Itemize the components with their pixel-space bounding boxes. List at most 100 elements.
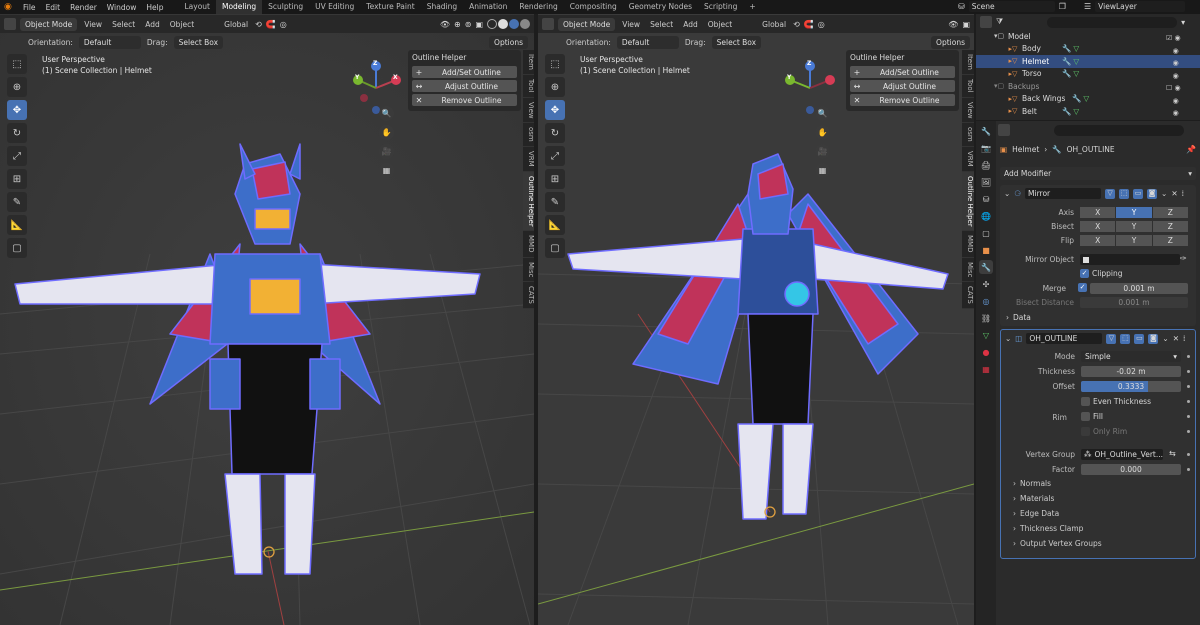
new-scene-icon[interactable]: ❐ (1059, 2, 1066, 11)
ortho-grid-icon[interactable]: ▦ (379, 163, 394, 178)
clipping-checkbox[interactable]: ✓ Clipping (1080, 269, 1123, 278)
outliner-search-field[interactable] (1047, 16, 1178, 28)
rotate-tool-icon[interactable]: ↻ (7, 123, 27, 143)
orientation-dropdown[interactable]: Default (78, 35, 141, 49)
mode-dropdown[interactable]: Object Mode (558, 17, 616, 31)
mirror-name-field[interactable]: Mirror (1025, 188, 1102, 199)
proportional-edit-icon[interactable]: ◎ (280, 20, 287, 29)
dropdown-arrow-icon[interactable]: ⌄ (1161, 189, 1167, 198)
axis-gizmo-left[interactable]: Z X Y (346, 58, 406, 118)
menu-help[interactable]: Help (141, 3, 168, 12)
tab-uv-editing[interactable]: UV Editing (309, 0, 360, 14)
viewport-left[interactable]: Object Mode View Select Add Object Globa… (0, 14, 534, 625)
delete-modifier-icon[interactable]: ✕ (1171, 189, 1177, 198)
modifier-props-icon[interactable]: 🔧 (979, 260, 993, 274)
tab-view[interactable]: View (962, 98, 974, 124)
realtime-icon[interactable]: ▭ (1134, 333, 1145, 344)
invert-arrows-icon[interactable]: ⇆ (1169, 449, 1176, 458)
add-workspace-button[interactable]: + (743, 0, 761, 14)
add-cube-tool-icon[interactable]: ▢ (545, 238, 565, 258)
add-cube-tool-icon[interactable]: ▢ (7, 238, 27, 258)
tab-animation[interactable]: Animation (463, 0, 513, 14)
tool-props-icon[interactable]: 🔧 (979, 124, 993, 138)
tab-misc[interactable]: Misc (523, 258, 534, 283)
tab-osm[interactable]: osm (962, 123, 974, 147)
select-box-tool-icon[interactable]: ⬚ (7, 54, 27, 74)
eye-icon[interactable]: ◉ (1166, 57, 1198, 70)
tab-mmd[interactable]: MMD (523, 231, 534, 258)
subpanel-output-vertex-groups[interactable]: › Output Vertex Groups (1001, 536, 1197, 551)
add-modifier-button[interactable]: Add Modifier ▾ (1000, 167, 1196, 180)
move-tool-icon[interactable]: ✥ (7, 100, 27, 120)
chevron-down-icon[interactable]: ⌄ (1005, 334, 1011, 343)
zoom-icon[interactable]: 🔍 (379, 106, 394, 121)
axis-x-button[interactable]: X (1080, 207, 1116, 218)
tab-item[interactable]: Item (523, 50, 534, 75)
material-props-icon[interactable]: ● (979, 345, 993, 359)
realtime-icon[interactable]: ▭ (1133, 188, 1144, 199)
adjust-outline-button[interactable]: ↔ Adjust Outline (850, 80, 955, 92)
transform-orientation-dropdown[interactable]: Global (221, 20, 251, 29)
transform-orientation-dropdown[interactable]: Global (759, 20, 789, 29)
snap-icon[interactable]: 🧲 (266, 20, 276, 29)
move-tool-icon[interactable]: ✥ (545, 100, 565, 120)
view-layer-props-icon[interactable]: 🖼 (979, 175, 993, 189)
options-dropdown[interactable]: Options (931, 35, 970, 49)
eye-icon[interactable]: ◉ (1166, 45, 1198, 58)
merge-checkbox[interactable]: ✓ (1078, 283, 1087, 292)
bisect-x-button[interactable]: X (1080, 221, 1116, 232)
ortho-grid-icon[interactable]: ▦ (815, 163, 830, 178)
tab-outline-helper[interactable]: Outline Helper (523, 171, 534, 232)
world-props-icon[interactable]: 🌐 (979, 209, 993, 223)
animate-dot-icon[interactable] (1187, 453, 1190, 456)
pin-icon[interactable]: 📌 (1186, 145, 1196, 154)
subpanel-normals[interactable]: › Normals (1001, 476, 1197, 491)
view-layer-name[interactable]: ViewLayer (1095, 1, 1186, 12)
transform-tool-icon[interactable]: ⊞ (7, 169, 27, 189)
axis-z-button[interactable]: Z (1152, 207, 1188, 218)
remove-outline-button[interactable]: ✕ Remove Outline (850, 94, 955, 106)
add-set-outline-button[interactable]: + Add/Set Outline (412, 66, 517, 78)
pivot-icon[interactable]: ⟲ (255, 20, 262, 29)
menu-file[interactable]: File (18, 3, 41, 12)
drag-handle-icon[interactable]: ⁞ (1183, 334, 1185, 343)
animate-dot-icon[interactable] (1187, 400, 1190, 403)
xray-icon[interactable]: ▣ (475, 20, 483, 29)
bisect-y-button[interactable]: Y (1116, 221, 1152, 232)
eye-icon[interactable]: ☐ ◉ (1166, 82, 1198, 95)
render-camera-icon[interactable]: ◙ (1148, 333, 1159, 344)
tab-rendering[interactable]: Rendering (513, 0, 563, 14)
merge-distance-field[interactable]: 0.001 m (1090, 283, 1188, 294)
eye-icon[interactable]: ◉ (1166, 70, 1198, 83)
tab-vrm[interactable]: VRM (523, 147, 534, 172)
proportional-edit-icon[interactable]: ◎ (818, 20, 825, 29)
eye-icon[interactable]: ☑ ◉ (1166, 32, 1198, 45)
animate-dot-icon[interactable] (1187, 430, 1190, 433)
render-camera-icon[interactable]: ◙ (1147, 188, 1158, 199)
tab-texture-paint[interactable]: Texture Paint (360, 0, 420, 14)
filter-funnel-icon[interactable]: ▾ (1181, 18, 1185, 27)
bisect-distance-field[interactable]: 0.001 m (1080, 297, 1188, 308)
subpanel-materials[interactable]: › Materials (1001, 491, 1197, 506)
tab-mmd[interactable]: MMD (962, 231, 974, 258)
editor-type-icon[interactable] (542, 18, 554, 30)
factor-field[interactable]: 0.000 (1081, 464, 1181, 475)
drag-handle-icon[interactable]: ⁞ (1182, 189, 1184, 198)
menu-add[interactable]: Add (680, 20, 701, 29)
material-shading-icon[interactable] (509, 19, 519, 29)
gizmo-toggle-icon[interactable]: ⊕ (454, 20, 461, 29)
cursor-tool-icon[interactable]: ⊕ (545, 77, 565, 97)
tab-cats[interactable]: CATS (523, 282, 534, 310)
output-props-icon[interactable]: 🖨 (979, 158, 993, 172)
tab-outline-helper[interactable]: Outline Helper (962, 171, 974, 232)
viewport-right[interactable]: Object Mode View Select Add Object Globa… (538, 14, 974, 625)
menu-view[interactable]: View (81, 20, 105, 29)
constraints-props-icon[interactable]: ⛓ (979, 311, 993, 325)
properties-search-field[interactable] (1054, 124, 1184, 136)
scale-tool-icon[interactable]: ⤢ (7, 146, 27, 166)
collection-props-icon[interactable]: ▢ (979, 226, 993, 240)
flip-y-button[interactable]: Y (1116, 235, 1152, 246)
camera-icon[interactable]: 🎥 (379, 144, 394, 159)
subpanel-edge-data[interactable]: › Edge Data (1001, 506, 1197, 521)
offset-field[interactable]: 0.3333 (1081, 381, 1181, 392)
